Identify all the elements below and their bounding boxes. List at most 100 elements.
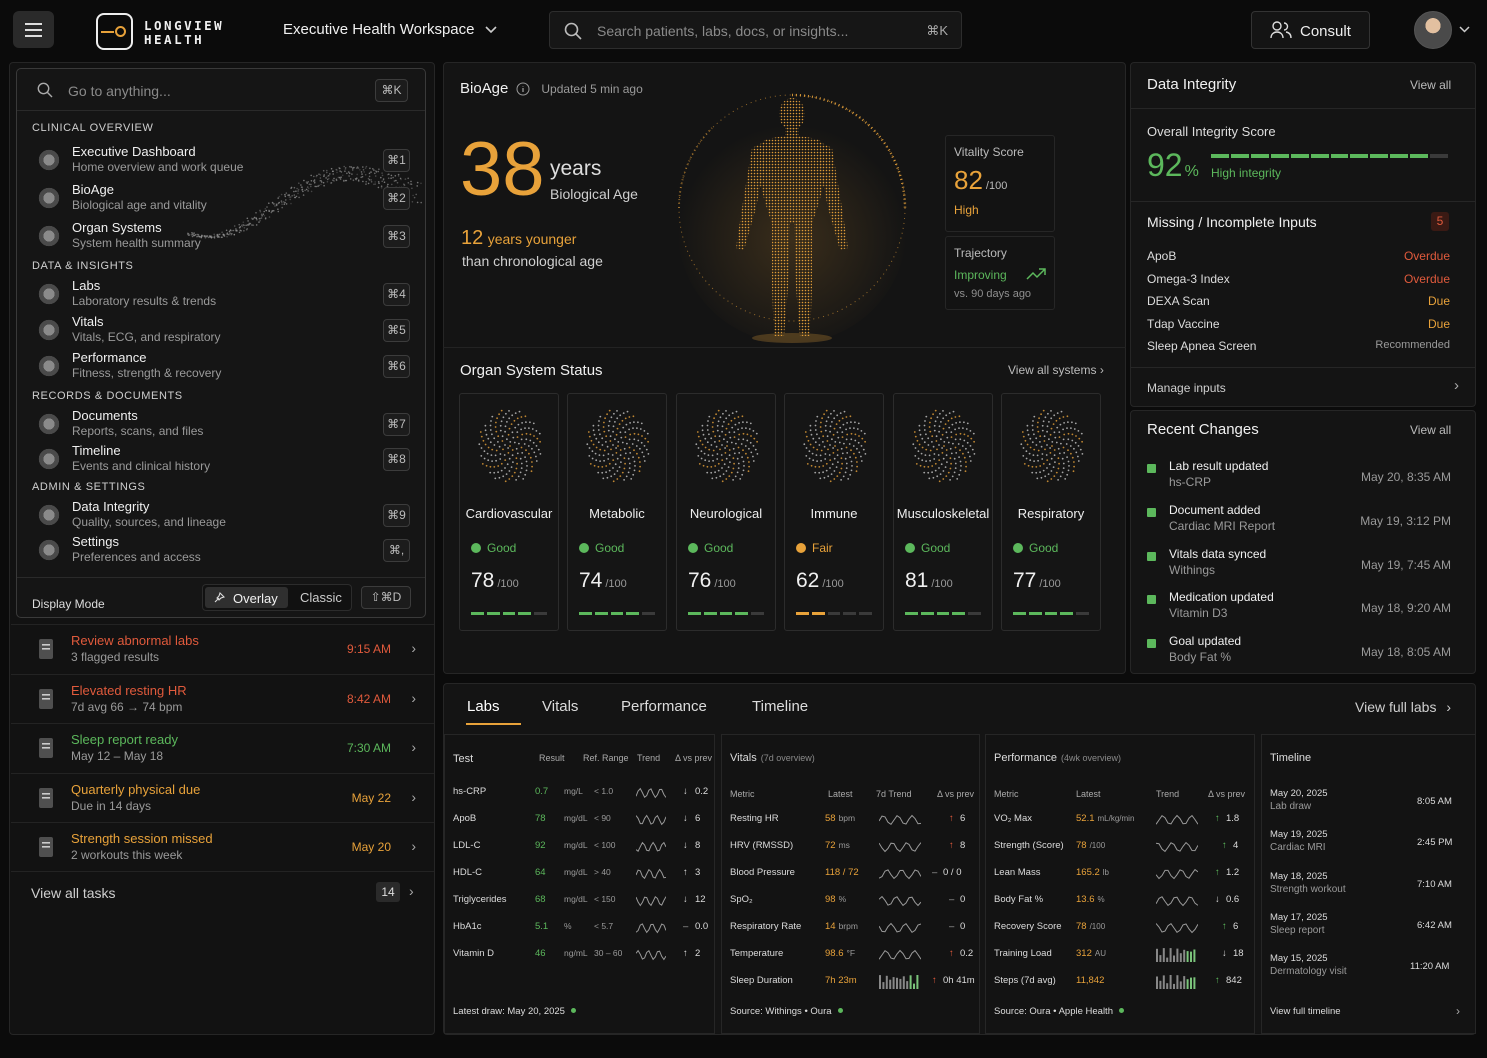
avatar[interactable] bbox=[1414, 11, 1452, 49]
menu-item-settings[interactable]: Settings Preferences and access ⌘, bbox=[17, 532, 425, 568]
change-item[interactable]: Vitals data synced Withings May 19, 7:45 A… bbox=[1147, 545, 1451, 585]
missing-input-item[interactable]: Sleep Apnea Screen Recommended bbox=[1147, 339, 1450, 353]
table-row[interactable]: HbA1c 5.1% < 5.7 –0.0 bbox=[445, 921, 714, 948]
missing-input-item[interactable]: Omega-3 Index Overdue bbox=[1147, 272, 1450, 286]
menu-item-vitals[interactable]: Vitals Vitals, ECG, and respiratory ⌘5 bbox=[17, 312, 425, 348]
task-item[interactable]: Quarterly physical due Due in 14 days May … bbox=[11, 773, 434, 822]
info-icon[interactable] bbox=[516, 82, 530, 96]
table-row[interactable]: Resting HR 58 bpm ↑ 6 bbox=[722, 813, 979, 840]
table-row[interactable]: Sleep Duration 7h 23m ↑ 0h 41m bbox=[722, 975, 979, 1002]
menu-item-organ-systems[interactable]: Organ Systems System health summary ⌘3 bbox=[17, 218, 425, 254]
workspace-selector[interactable]: Executive Health Workspace bbox=[283, 21, 497, 38]
menu-item-labs[interactable]: Labs Laboratory results & trends ⌘4 bbox=[17, 276, 425, 312]
table-row[interactable]: Lean Mass 165.2 lb ↑ 1.2 bbox=[986, 867, 1254, 894]
task-item[interactable]: Sleep report ready May 12 – May 18 7:30 AM… bbox=[11, 723, 434, 772]
lab-result-value: 78 bbox=[535, 813, 546, 824]
view-all-tasks-row[interactable]: View all tasks 14 › bbox=[11, 871, 434, 911]
organ-card-cardiovascular[interactable]: Cardiovascular Good 78/100 bbox=[459, 393, 559, 631]
table-row[interactable]: Vitamin D 46 ng/mL 30 – 60 ↑ 2 bbox=[445, 948, 714, 975]
change-item[interactable]: Document added Cardiac MRI Report May 19, … bbox=[1147, 501, 1451, 541]
missing-input-item[interactable]: Tdap Vaccine Due bbox=[1147, 317, 1450, 331]
table-row[interactable]: SpO₂ 98% –0 bbox=[722, 894, 979, 921]
timeline-item[interactable]: May 20, 2025 Lab draw 8:05 AM bbox=[1262, 788, 1475, 818]
manage-inputs-link[interactable]: Manage inputs › bbox=[1147, 377, 1459, 395]
bar-segment bbox=[534, 612, 547, 615]
status-dot-icon bbox=[1147, 507, 1156, 517]
menu-item-bioage[interactable]: BioAge Biological age and vitality ⌘2 bbox=[17, 180, 425, 216]
menu-item-data-integrity[interactable]: Data Integrity Quality, sources, and line… bbox=[17, 497, 425, 533]
task-item[interactable]: Elevated resting HR 7d avg 66 → 74 bpm 8:4… bbox=[11, 674, 434, 723]
table-row[interactable]: VO₂ Max 52.1 mL/kg/min ↑ 1.8 bbox=[986, 813, 1254, 840]
view-all-tasks-label: View all tasks bbox=[31, 885, 116, 901]
integrity-view-all-link[interactable]: View all bbox=[1410, 78, 1451, 92]
tab-timeline[interactable]: Timeline bbox=[752, 698, 808, 715]
view-all-systems-link[interactable]: View all systems › bbox=[1008, 363, 1104, 377]
table-row[interactable]: HRV (RMSSD) 72 ms ↑ 8 bbox=[722, 840, 979, 867]
timeline-item[interactable]: May 17, 2025 Sleep report 6:42 AM bbox=[1262, 912, 1475, 942]
task-item[interactable]: Strength session missed 2 workouts this w… bbox=[11, 822, 434, 871]
menu-item-documents[interactable]: Documents Reports, scans, and files ⌘7 bbox=[17, 406, 425, 442]
missing-input-item[interactable]: DEXA Scan Due bbox=[1147, 294, 1450, 308]
timeline-time: 2:45 PM bbox=[1417, 837, 1453, 849]
mode-overlay-button[interactable]: Overlay bbox=[205, 587, 288, 608]
table-row[interactable]: Recovery Score 78/100 ↑ 6 bbox=[986, 921, 1254, 948]
change-item[interactable]: Medication updated Vitamin D3 May 18, 9:20… bbox=[1147, 588, 1451, 628]
immune-organ-icon bbox=[799, 402, 871, 490]
organ-card-respiratory[interactable]: Respiratory Good 77/100 bbox=[1001, 393, 1101, 631]
delta-direction-icon: ↑ bbox=[1215, 867, 1220, 878]
view-full-timeline-link[interactable]: View full timeline › bbox=[1270, 1004, 1460, 1018]
timeline-event: Lab draw bbox=[1270, 801, 1312, 812]
organ-card-metabolic[interactable]: Metabolic Good 74/100 bbox=[567, 393, 667, 631]
timeline-item[interactable]: May 19, 2025 Cardiac MRI 2:45 PM bbox=[1262, 829, 1475, 859]
command-search-input[interactable]: Go to anything... bbox=[68, 83, 171, 99]
lab-ref-range: 30 – 60 bbox=[594, 948, 623, 958]
integrity-score: 92 bbox=[1147, 147, 1183, 183]
table-row[interactable]: ApoB 78 mg/dL < 90 ↓ 6 bbox=[445, 813, 714, 840]
timeline-item[interactable]: May 18, 2025 Strength workout 7:10 AM bbox=[1262, 871, 1475, 901]
table-row[interactable]: HDL-C 64 mg/dL > 40 ↑ 3 bbox=[445, 867, 714, 894]
menu-item-performance[interactable]: Performance Fitness, strength & recovery ⌘… bbox=[17, 348, 425, 384]
organ-status: Good bbox=[471, 541, 516, 555]
search-shortcut: ⌘K bbox=[926, 23, 948, 38]
data-integrity-panel bbox=[1130, 62, 1476, 407]
table-row[interactable]: Blood Pressure 118 / 72 –0 / 0 bbox=[722, 867, 979, 894]
change-item[interactable]: Lab result updated hs-CRP May 20, 8:35 AM bbox=[1147, 457, 1451, 497]
menu-item-description: Fitness, strength & recovery bbox=[72, 366, 222, 380]
mode-classic-button[interactable]: Classic bbox=[300, 590, 342, 605]
organ-card-musculoskeletal[interactable]: Musculoskeletal Good 81/100 bbox=[893, 393, 993, 631]
organ-card-neurological[interactable]: Neurological Good 76/100 bbox=[676, 393, 776, 631]
missing-input-item[interactable]: ApoB Overdue bbox=[1147, 249, 1450, 263]
table-row[interactable]: Body Fat % 13.6% ↓ 0.6 bbox=[986, 894, 1254, 921]
global-search[interactable]: Search patients, labs, docs, or insights… bbox=[549, 11, 962, 49]
chevron-down-icon[interactable] bbox=[1459, 26, 1470, 33]
dumbbell-icon bbox=[33, 834, 59, 860]
table-row[interactable]: Triglycerides 68 mg/dL < 150 ↓ 12 bbox=[445, 894, 714, 921]
bar-segment bbox=[952, 612, 966, 615]
table-row[interactable]: hs-CRP 0.7 mg/L < 1.0 ↓ 0.2 bbox=[445, 786, 714, 813]
change-item[interactable]: Goal updated Body Fat % May 18, 8:05 AM bbox=[1147, 632, 1451, 672]
tab-vitals[interactable]: Vitals bbox=[542, 698, 578, 715]
view-full-labs-link[interactable]: View full labs › bbox=[1355, 699, 1451, 715]
table-row[interactable]: Training Load 312 AU ↓ 18 bbox=[986, 948, 1254, 975]
table-row[interactable]: LDL-C 92 mg/dL < 100 ↓ 8 bbox=[445, 840, 714, 867]
table-row[interactable]: Temperature 98.6 °F ↑ 0.2 bbox=[722, 948, 979, 975]
command-search[interactable]: Go to anything... ⌘K bbox=[17, 69, 425, 111]
tab-labs[interactable]: Labs bbox=[467, 698, 500, 715]
consult-button[interactable]: Consult bbox=[1251, 11, 1370, 49]
table-row[interactable]: Steps (7d avg) 11,842 ↑ 842 bbox=[986, 975, 1254, 1002]
menu-toggle-button[interactable] bbox=[13, 11, 54, 48]
vital-unit: brpm bbox=[838, 921, 858, 931]
table-row[interactable]: Strength (Score) 78/100 ↑ 4 bbox=[986, 840, 1254, 867]
vital-value: 118 / 72 bbox=[825, 867, 859, 878]
changes-view-all-link[interactable]: View all bbox=[1410, 423, 1451, 437]
tab-performance[interactable]: Performance bbox=[621, 698, 707, 715]
task-item[interactable]: Review abnormal labs 3 flagged results 9:1… bbox=[11, 624, 434, 673]
timeline-item[interactable]: May 15, 2025 Dermatology visit 11:20 AM bbox=[1262, 953, 1475, 983]
performance-delta: 18 bbox=[1233, 948, 1244, 959]
search-input[interactable]: Search patients, labs, docs, or insights… bbox=[597, 23, 848, 39]
menu-item-timeline[interactable]: Timeline Events and clinical history ⌘8 bbox=[17, 441, 425, 477]
menu-item-executive-dashboard[interactable]: Executive Dashboard Home overview and wor… bbox=[17, 142, 425, 178]
table-row[interactable]: Respiratory Rate 14 brpm –0 bbox=[722, 921, 979, 948]
lab-ref-range: < 90 bbox=[594, 813, 611, 823]
organ-card-immune[interactable]: Immune Fair 62/100 bbox=[784, 393, 884, 631]
